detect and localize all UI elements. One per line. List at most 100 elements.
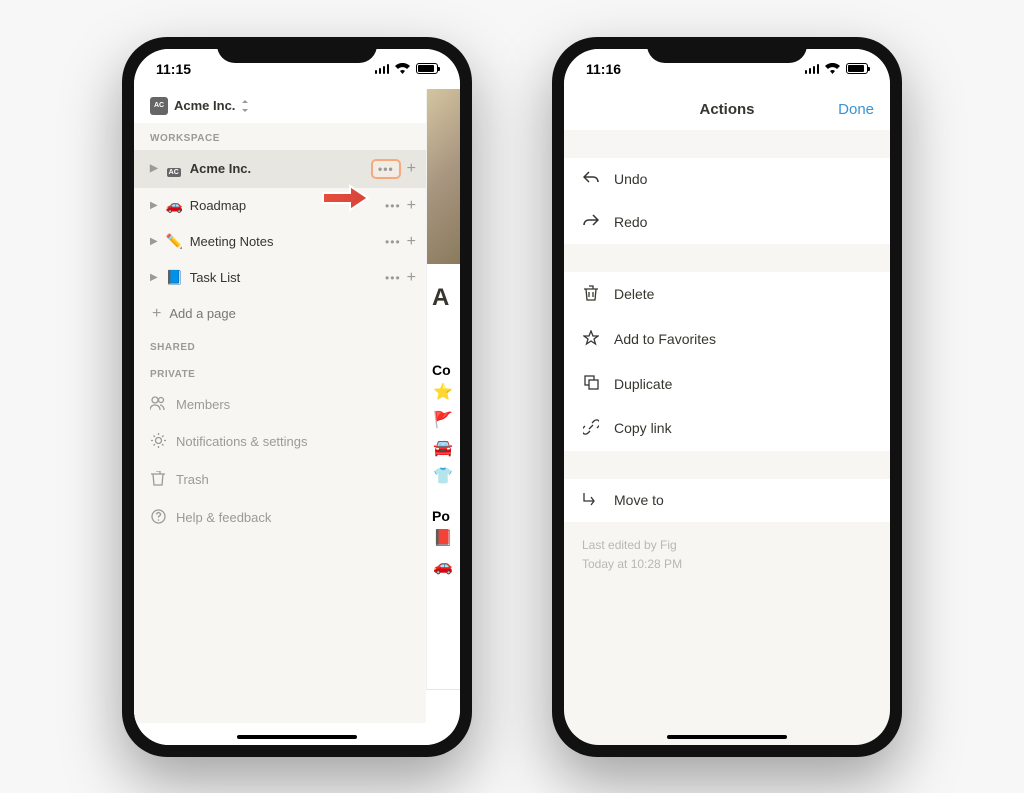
duplicate-button[interactable]: Duplicate — [564, 362, 890, 406]
settings-button[interactable]: Notifications & settings — [134, 423, 426, 461]
add-icon[interactable]: + — [407, 233, 416, 251]
page-title-peek: A — [427, 264, 460, 332]
add-page-button[interactable]: + Add a page — [134, 296, 426, 332]
sidebar-item-label: Acme Inc. — [190, 161, 363, 176]
action-label: Duplicate — [614, 376, 672, 392]
footer: Last edited by Fig Today at 10:28 PM — [564, 522, 890, 588]
settings-label: Notifications & settings — [176, 434, 308, 449]
more-icon[interactable]: ••• — [385, 271, 401, 285]
page-icon: 📘 — [166, 269, 182, 286]
move-to-button[interactable]: Move to — [564, 479, 890, 522]
more-icon[interactable]: ••• — [385, 235, 401, 249]
home-indicator[interactable] — [667, 735, 787, 739]
page-icon: ✏️ — [166, 233, 182, 250]
redo-button[interactable]: Redo — [564, 201, 890, 244]
trash-icon — [150, 471, 166, 489]
chevron-right-icon[interactable]: ▶ — [150, 272, 158, 283]
page-icon: 🚗 — [166, 197, 182, 214]
row-actions: ••• + — [371, 159, 416, 179]
chevron-right-icon[interactable]: ▶ — [150, 200, 158, 211]
chevron-right-icon[interactable]: ▶ — [150, 236, 158, 247]
help-button[interactable]: Help & feedback — [134, 499, 426, 537]
page-icon: AC — [166, 161, 182, 177]
help-icon — [150, 509, 166, 527]
screen-left: 11:15 AC Acme Inc. A Co ⭐ 🚩 🚘 👕 — [134, 49, 460, 745]
battery-icon — [416, 63, 438, 74]
sidebar-item-task-list[interactable]: ▶ 📘 Task List ••• + — [134, 260, 426, 296]
trash-button[interactable]: Trash — [134, 461, 426, 499]
spacer — [564, 130, 890, 158]
link-icon — [582, 419, 600, 438]
star-icon — [582, 330, 600, 349]
row-actions: ••• + — [385, 233, 416, 251]
status-time: 11:16 — [586, 61, 621, 77]
gear-icon — [150, 433, 166, 451]
members-label: Members — [176, 397, 230, 412]
done-button[interactable]: Done — [838, 101, 874, 118]
sidebar-item-acme[interactable]: ▶ AC Acme Inc. ••• + — [134, 150, 426, 188]
workspace-logo-icon: AC — [150, 97, 168, 115]
add-icon[interactable]: + — [407, 197, 416, 215]
wifi-icon — [825, 63, 840, 74]
chevron-right-icon[interactable]: ▶ — [150, 163, 158, 174]
home-indicator[interactable] — [237, 735, 357, 739]
sidebar-item-roadmap[interactable]: ▶ 🚗 Roadmap ••• + — [134, 188, 426, 224]
delete-button[interactable]: Delete — [564, 272, 890, 317]
workspace-name-label: Acme Inc. — [174, 98, 235, 113]
spacer — [564, 451, 890, 479]
phone-left: 11:15 AC Acme Inc. A Co ⭐ 🚩 🚘 👕 — [122, 37, 472, 757]
chevron-updown-icon — [241, 100, 249, 112]
last-edited-time: Today at 10:28 PM — [582, 555, 872, 574]
page-subheading2-peek: Po — [427, 490, 460, 524]
actions-header: Actions Done — [564, 89, 890, 130]
sidebar-item-label: Meeting Notes — [190, 234, 377, 249]
row-actions: ••• + — [385, 269, 416, 287]
workspace-header: AC Acme Inc. — [134, 89, 460, 123]
add-icon[interactable]: + — [407, 160, 416, 178]
action-label: Undo — [614, 171, 647, 187]
action-group-1: Undo Redo — [564, 158, 890, 244]
status-time: 11:15 — [156, 61, 191, 77]
more-icon[interactable]: ••• — [385, 199, 401, 213]
private-section-label: PRIVATE — [134, 359, 426, 386]
add-page-label: Add a page — [169, 306, 416, 321]
undo-icon — [582, 171, 600, 188]
sidebar-item-meeting-notes[interactable]: ▶ ✏️ Meeting Notes ••• + — [134, 224, 426, 260]
workspace-section-label: WORKSPACE — [134, 123, 426, 150]
last-edited-label: Last edited by Fig — [582, 536, 872, 555]
members-icon — [150, 396, 166, 413]
trash-label: Trash — [176, 472, 209, 487]
signal-icon — [375, 64, 390, 74]
trash-icon — [582, 285, 600, 304]
page-subheading-peek: Co — [427, 332, 460, 378]
screen-right: 11:16 Actions Done Undo — [564, 49, 890, 745]
battery-icon — [846, 63, 868, 74]
workspace-switcher[interactable]: AC Acme Inc. — [150, 97, 249, 115]
more-icon[interactable]: ••• — [371, 159, 401, 179]
spacer — [564, 244, 890, 272]
arrow-annotation — [320, 183, 372, 218]
moveto-icon — [582, 492, 600, 509]
notch — [647, 37, 807, 63]
content-peek[interactable]: A Co ⭐ 🚩 🚘 👕 Po 📕 🚗 — [426, 89, 460, 689]
favorite-button[interactable]: Add to Favorites — [564, 317, 890, 362]
action-label: Copy link — [614, 420, 672, 436]
add-icon[interactable]: + — [407, 269, 416, 287]
members-button[interactable]: Members — [134, 386, 426, 423]
action-group-2: Delete Add to Favorites Duplicate Copy l… — [564, 272, 890, 451]
sidebar-item-label: Task List — [190, 270, 377, 285]
cover-image-peek — [427, 89, 460, 264]
duplicate-icon — [582, 375, 600, 393]
actions-title: Actions — [699, 101, 754, 118]
wifi-icon — [395, 63, 410, 74]
action-label: Add to Favorites — [614, 331, 716, 347]
notch — [217, 37, 377, 63]
action-label: Delete — [614, 286, 654, 302]
plus-icon: + — [152, 305, 161, 323]
help-label: Help & feedback — [176, 510, 271, 525]
undo-button[interactable]: Undo — [564, 158, 890, 201]
row-actions: ••• + — [385, 197, 416, 215]
status-icons — [805, 63, 869, 74]
copy-link-button[interactable]: Copy link — [564, 406, 890, 451]
signal-icon — [805, 64, 820, 74]
